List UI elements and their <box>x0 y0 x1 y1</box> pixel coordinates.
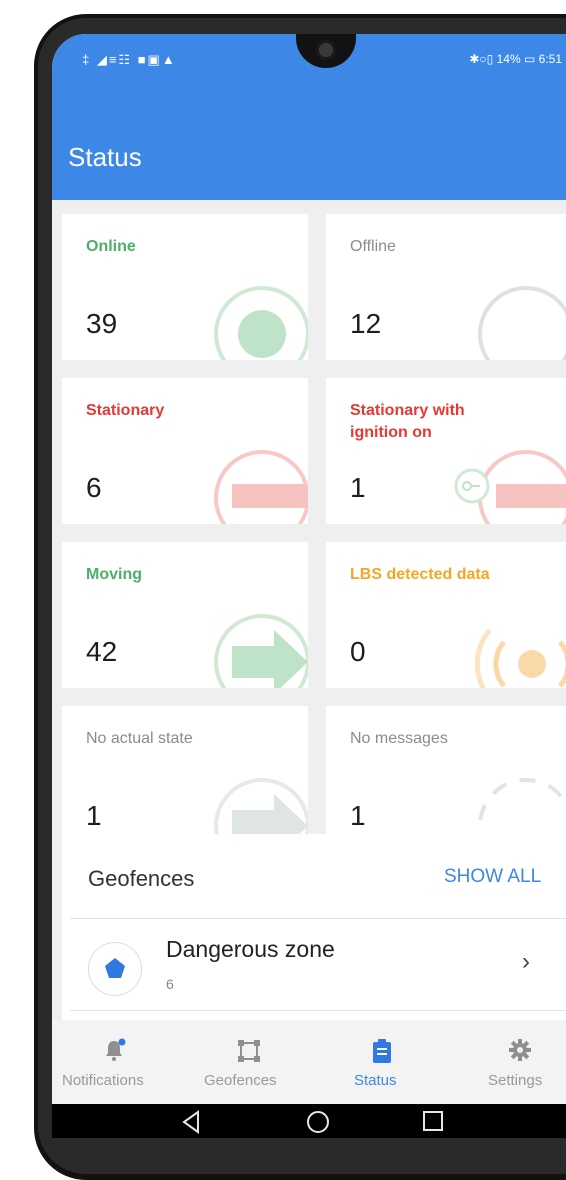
status-card-count: 12 <box>350 308 382 339</box>
system-nav-icons <box>182 1110 443 1134</box>
status-bar-right-info: ✱○▯ 14% ▭ 6:51 <box>469 52 562 66</box>
back-icon <box>182 1110 199 1134</box>
divider <box>70 1010 566 1011</box>
status-card-stationary-ignition[interactable]: Stationary with ignition on 1 <box>326 378 566 524</box>
status-card-label: Stationary with ignition on <box>350 402 465 441</box>
status-card-count: 39 <box>86 308 118 339</box>
status-card-count: 1 <box>86 800 102 831</box>
status-card-count: 6 <box>86 472 102 503</box>
status-card-count: 1 <box>350 472 366 503</box>
status-card-label: Moving <box>86 566 142 583</box>
status-card-moving[interactable]: Moving 42 <box>62 542 308 688</box>
recents-icon <box>423 1111 443 1131</box>
nav-label: Geofences <box>204 1072 277 1089</box>
bottom-navigation: Notifications Geofences Status Settings <box>52 1020 566 1104</box>
status-card-no-state[interactable]: No actual state 1 <box>62 706 308 852</box>
status-card-count: 0 <box>350 636 366 667</box>
system-navigation-bar <box>52 1104 566 1138</box>
app-screen: ‡ ◢≡☷ ■▣▲ ✱○▯ 14% ▭ 6:51 Status Online 3… <box>52 34 566 1138</box>
status-card-lbs[interactable]: LBS detected data 0 <box>326 542 566 688</box>
clipboard-icon <box>373 1039 391 1063</box>
status-card-count: 1 <box>350 800 366 831</box>
camera-icon <box>316 40 336 60</box>
divider <box>70 918 566 919</box>
status-card-label: Offline <box>350 238 396 255</box>
nav-label: Notifications <box>62 1072 144 1089</box>
home-icon <box>307 1111 329 1133</box>
nav-item-settings[interactable]: Settings <box>444 1020 566 1104</box>
geofence-list-item[interactable]: Dangerous zone 6 › <box>62 920 566 1010</box>
status-card-no-messages[interactable]: No messages 1 <box>326 706 566 852</box>
geofences-title: Geofences <box>88 866 195 891</box>
nav-item-notifications[interactable]: Notifications <box>52 1020 176 1104</box>
status-card-label: Online <box>86 238 136 255</box>
nav-item-geofences[interactable]: Geofences <box>180 1020 314 1104</box>
status-card-label: No actual state <box>86 730 193 747</box>
geofence-count: 6 <box>166 976 174 992</box>
chevron-right-icon: › <box>522 948 530 975</box>
pentagon-icon <box>105 958 125 978</box>
nav-item-status[interactable]: Status <box>320 1020 438 1104</box>
status-card-label: LBS detected data <box>350 566 490 583</box>
bell-icon <box>106 1038 126 1061</box>
geofences-section: Geofences SHOW ALL Dangerous zone 6 › <box>62 834 566 1020</box>
status-card-count: 42 <box>86 636 118 667</box>
status-card-label: Stationary <box>86 402 165 419</box>
page-title: Status <box>68 142 142 172</box>
status-card-offline[interactable]: Offline 12 <box>326 214 566 360</box>
status-card-online[interactable]: Online 39 <box>62 214 308 360</box>
status-card-label: No messages <box>350 730 448 747</box>
nav-label: Status <box>354 1072 397 1089</box>
geofence-square-icon <box>238 1040 260 1062</box>
geofence-name: Dangerous zone <box>166 936 335 962</box>
status-card-stationary[interactable]: Stationary 6 <box>62 378 308 524</box>
nav-label: Settings <box>488 1072 543 1089</box>
app-bar: Status <box>52 94 566 200</box>
status-bar-left-icons: ‡ ◢≡☷ ■▣▲ <box>82 52 177 67</box>
gear-icon <box>509 1039 531 1061</box>
show-all-button[interactable]: SHOW ALL <box>444 866 541 888</box>
geofence-badge <box>88 942 142 996</box>
